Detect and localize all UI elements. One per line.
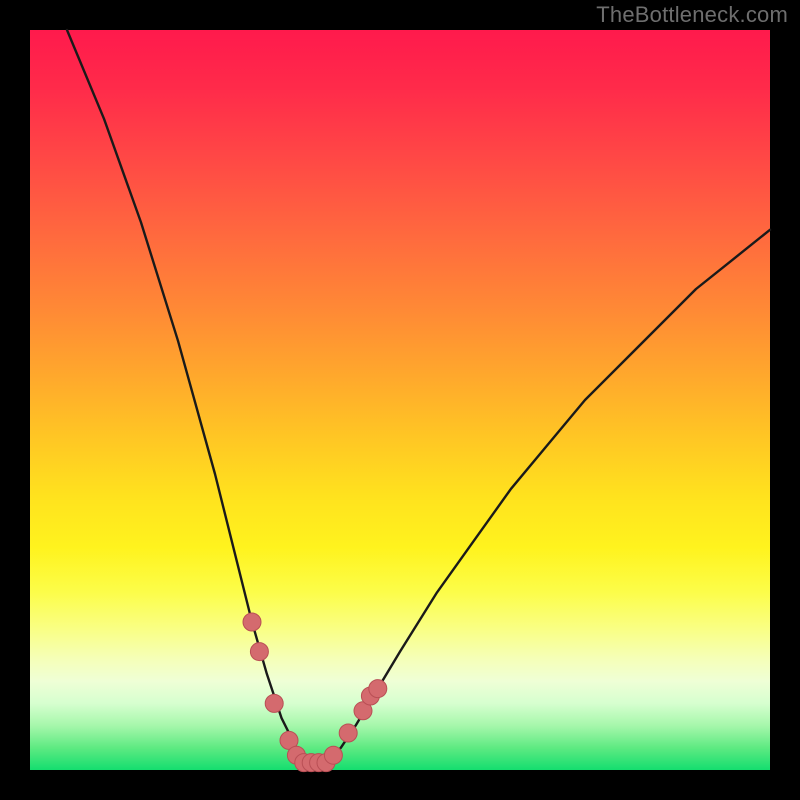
plot-area (30, 30, 770, 770)
data-marker (243, 613, 261, 631)
chart-frame: TheBottleneck.com (0, 0, 800, 800)
data-marker (324, 746, 342, 764)
data-marker (339, 724, 357, 742)
bottleneck-curve (67, 30, 770, 763)
data-marker (265, 694, 283, 712)
data-marker (369, 680, 387, 698)
marker-group (243, 613, 387, 772)
watermark-text: TheBottleneck.com (596, 2, 788, 28)
data-marker (250, 643, 268, 661)
chart-overlay (30, 30, 770, 770)
